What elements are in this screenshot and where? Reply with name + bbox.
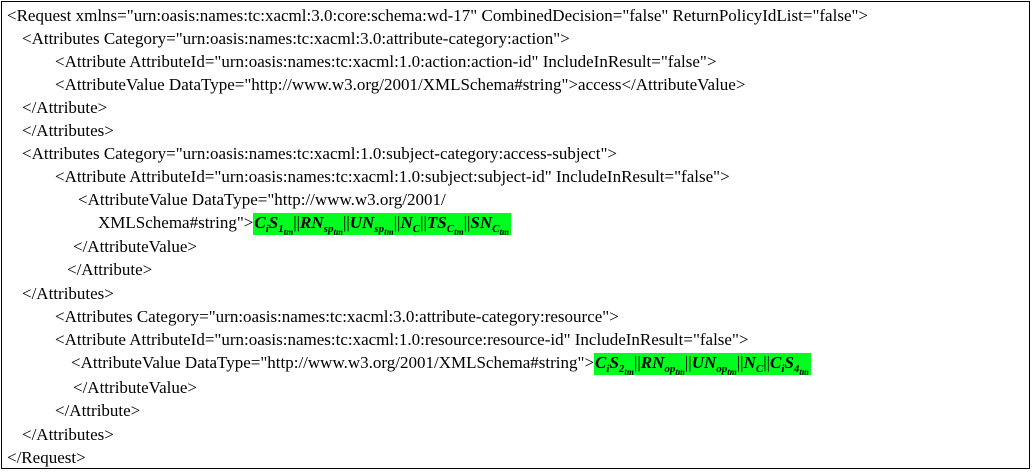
attribute-value-resource-line: <AttributeValue DataType="http://www.w3.… [71,353,811,377]
separator: || [342,213,350,232]
attribute-value-access: <AttributeValue DataType="http://www.w3.… [55,75,746,94]
attribute-action-id-open-tag: <Attribute AttributeId="urn:oasis:names:… [55,52,717,71]
attributes-action-open-tag: <Attributes Category="urn:oasis:names:tc… [22,29,570,48]
request-close-tag: </Request> [7,448,86,467]
attribute-value-resource-close-tag: </AttributeValue> [73,378,197,397]
separator: || [763,353,771,372]
formula-term: Ci [254,213,269,235]
formula-term: UNoptm [691,353,737,377]
formula-term: RNoptm [640,353,685,377]
attribute-value-subject-open-tag: <AttributeValue DataType="http://www.w3.… [78,190,446,209]
formula-term: Ci [770,353,785,375]
attribute-close-tag: </Attribute> [22,98,108,117]
separator: || [420,213,427,232]
attributes-resource-close-tag: </Attributes> [22,425,114,444]
attribute-value-resource-open-tag: <AttributeValue DataType="http://www.w3.… [71,353,595,372]
separator: || [736,353,744,372]
resource-value-highlight: CiS2tm||RNoptm||UNoptm||NC||CiS4tm [594,353,811,377]
formula-term: NC [400,213,421,235]
attribute-value-subject-close-tag: </AttributeValue> [73,237,197,256]
formula-term: TSCtm [426,213,464,237]
formula-term: S2tm [609,353,634,377]
separator: || [633,353,641,372]
attribute-value-subject-datatype-cont: XMLSchema#string">CiS1tm||RNsptm||UNsptm… [98,213,511,237]
datatype-continuation: XMLSchema#string"> [98,213,254,232]
request-open-tag: <Request xmlns="urn:oasis:names:tc:xacml… [7,6,869,25]
attributes-subject-open-tag: <Attributes Category="urn:oasis:names:tc… [22,144,617,163]
attribute-resource-close-tag: </Attribute> [55,401,141,420]
formula-term: S4tm [784,353,809,377]
formula-term: SNCtm [470,213,509,237]
formula-term: NC [743,353,764,375]
attributes-resource-open-tag: <Attributes Category="urn:oasis:names:tc… [55,307,619,326]
separator: || [684,353,692,372]
formula-term: UNsptm [349,213,394,237]
formula-term: RNsptm [300,213,343,237]
attribute-resource-id-open-tag: <Attribute AttributeId="urn:oasis:names:… [55,330,749,349]
subject-value-highlight: CiS1tm||RNsptm||UNsptm||NC||TSCtm||SNCtm [253,213,511,237]
formula-term: S1tm [268,213,294,237]
attributes-close-tag: </Attributes> [22,121,114,140]
formula-term: Ci [595,353,610,375]
attributes-subject-close-tag: </Attributes> [22,284,114,303]
attribute-subject-close-tag: </Attribute> [67,260,153,279]
xml-request-document: <Request xmlns="urn:oasis:names:tc:xacml… [1,1,1030,469]
attribute-subject-id-open-tag: <Attribute AttributeId="urn:oasis:names:… [55,167,730,186]
